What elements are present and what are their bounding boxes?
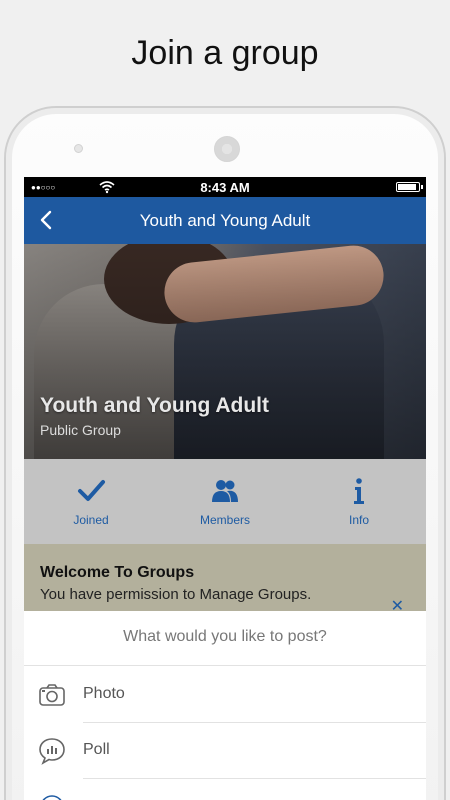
info-label: Info <box>348 513 369 527</box>
battery-icon <box>396 182 423 192</box>
info-button[interactable]: Info <box>292 459 426 544</box>
poll-icon <box>39 738 65 765</box>
members-icon <box>212 480 238 502</box>
photo-label: Photo <box>83 685 125 702</box>
group-cover-image: Youth and Young Adult Public Group <box>24 244 426 459</box>
nav-bar: Youth and Young Adult <box>24 197 426 244</box>
nav-title: Youth and Young Adult <box>139 211 311 230</box>
status-bar: ●●○○○ 8:43 AM <box>24 177 426 197</box>
post-photo-option[interactable]: Photo <box>24 667 426 723</box>
status-time: 8:43 AM <box>200 180 250 195</box>
headline: Join a group <box>131 34 319 72</box>
post-prompt: What would you like to post? <box>24 611 426 666</box>
members-button[interactable]: Members <box>158 459 292 544</box>
circle-icon <box>42 795 62 800</box>
group-actions-bar: Joined Members Info <box>24 459 426 544</box>
poll-label: Poll <box>83 741 110 758</box>
info-icon <box>354 478 364 504</box>
joined-button[interactable]: Joined <box>24 459 158 544</box>
welcome-title: Welcome To Groups <box>40 564 195 581</box>
front-camera <box>74 144 83 153</box>
joined-label: Joined <box>73 513 109 527</box>
post-poll-option[interactable]: Poll <box>24 723 426 779</box>
earpiece-speaker <box>214 136 240 162</box>
members-label: Members <box>199 513 250 527</box>
dimmed-content: Joined Members Info Welcome To Groups Yo… <box>24 459 426 615</box>
welcome-banner: Welcome To Groups You have permission to… <box>24 544 426 615</box>
post-more-option[interactable] <box>24 779 426 800</box>
camera-icon <box>39 684 65 706</box>
app-screen: ●●○○○ 8:43 AM Youth and Young Adult Yout… <box>24 177 426 800</box>
group-visibility: Public Group <box>40 422 121 438</box>
checkmark-icon <box>78 480 105 501</box>
post-action-sheet: What would you like to post? Photo Poll <box>24 611 426 800</box>
welcome-message: You have permission to Manage Groups. <box>40 586 312 603</box>
group-name: Youth and Young Adult <box>40 394 270 417</box>
